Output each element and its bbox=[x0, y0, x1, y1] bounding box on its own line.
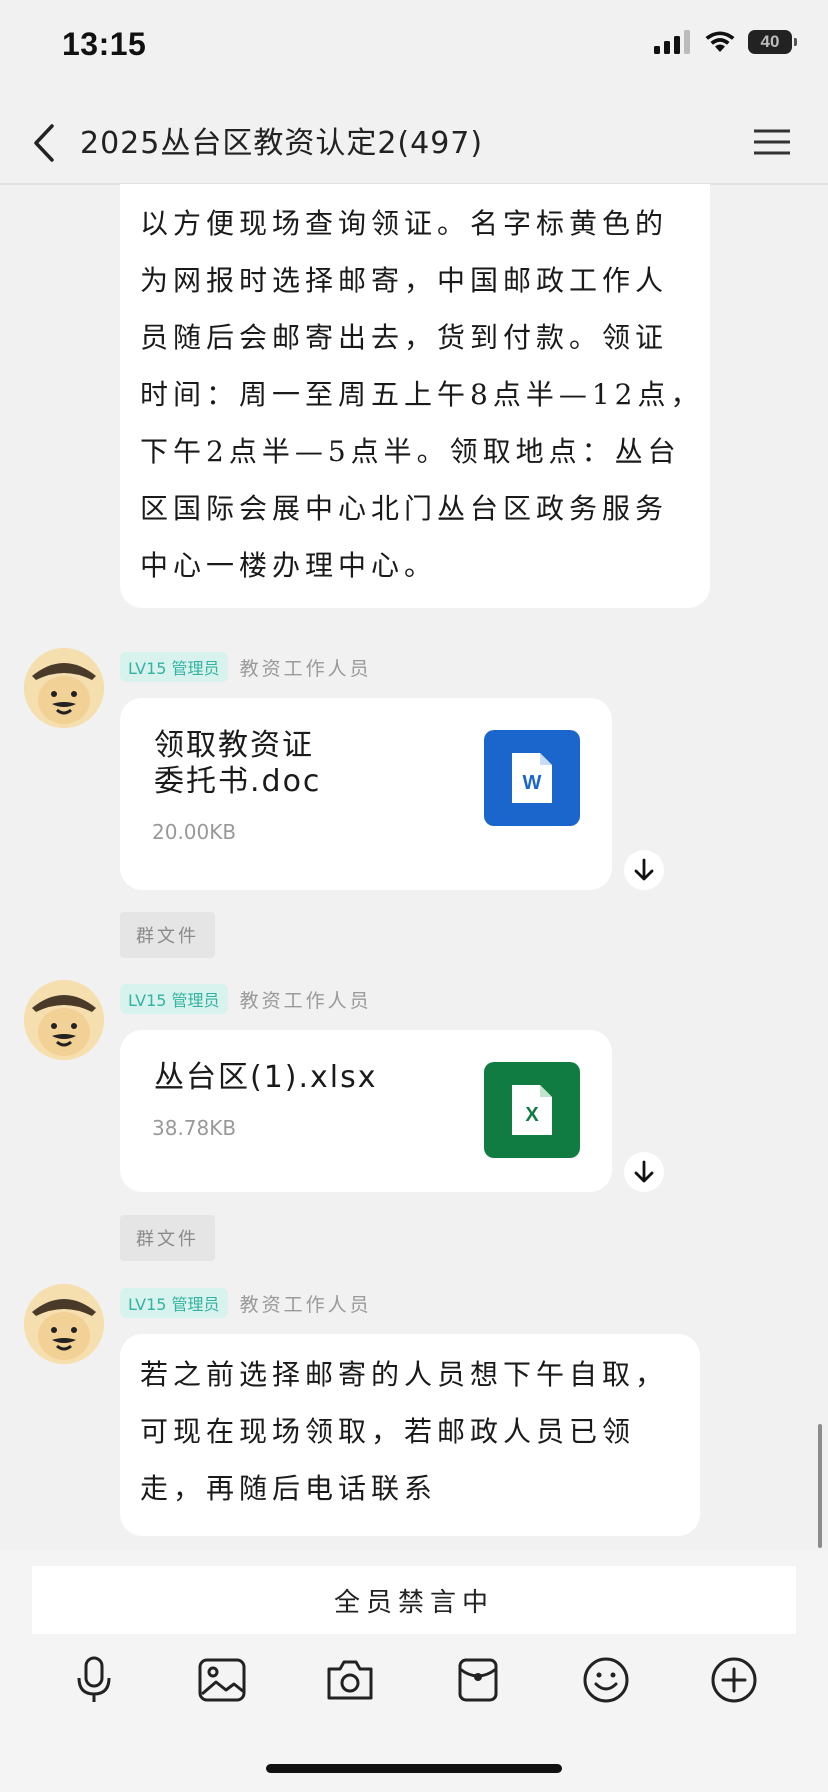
file-size: 38.78KB bbox=[152, 1116, 237, 1140]
file-card-xlsx[interactable]: 丛台区(1).xlsx 38.78KB X bbox=[120, 1030, 612, 1192]
level-badge: LV15 管理员 bbox=[120, 652, 228, 682]
avatar-face-icon bbox=[24, 648, 104, 728]
file-name: 领取教资证 委托书.doc bbox=[154, 728, 321, 800]
text-line: 时间：周一至周五上午8点半—12点， bbox=[140, 378, 704, 411]
avatar-face-icon bbox=[24, 980, 104, 1060]
text-line: 可现在现场领取，若邮政人员已领 bbox=[140, 1415, 636, 1448]
svg-text:W: W bbox=[523, 772, 542, 794]
svg-text:X: X bbox=[525, 1104, 539, 1126]
download-button[interactable] bbox=[624, 1152, 664, 1192]
mute-status-bar: 全员禁言中 bbox=[32, 1566, 796, 1634]
sender-row: LV15 管理员 教资工作人员 bbox=[120, 984, 372, 1014]
camera-button[interactable] bbox=[324, 1654, 376, 1706]
message-text: 以方便现场查询领证。名字标黄色的 为网报时选择邮寄，中国邮政工作人 员随后会邮寄… bbox=[140, 195, 703, 594]
file-name-line: 委托书.doc bbox=[154, 764, 322, 799]
text-line: 下午2点半—5点半。领取地点：丛台 bbox=[140, 435, 681, 468]
more-button[interactable] bbox=[708, 1654, 760, 1706]
scrollbar[interactable] bbox=[818, 1424, 822, 1548]
microphone-icon bbox=[77, 1656, 111, 1702]
camera-icon bbox=[327, 1660, 373, 1700]
chat-title: 2025丛台区教资认定2(497) bbox=[80, 126, 484, 161]
file-name-line: 领取教资证 bbox=[154, 728, 314, 763]
battery-icon: 40 bbox=[748, 30, 797, 54]
input-toolbar bbox=[0, 1640, 828, 1720]
plus-circle-icon bbox=[711, 1657, 757, 1703]
file-name-line: 丛台区(1).xlsx bbox=[154, 1060, 378, 1095]
group-file-tag[interactable]: 群文件 bbox=[120, 912, 215, 958]
level-badge: LV15 管理员 bbox=[120, 984, 228, 1014]
image-button[interactable] bbox=[196, 1654, 248, 1706]
emoji-icon bbox=[583, 1657, 629, 1703]
home-indicator[interactable] bbox=[266, 1764, 562, 1773]
red-packet-button[interactable] bbox=[452, 1654, 504, 1706]
avatar[interactable] bbox=[24, 980, 104, 1060]
download-arrow-icon bbox=[634, 1160, 654, 1183]
text-line: 为网报时选择邮寄，中国邮政工作人 bbox=[140, 264, 669, 297]
menu-icon[interactable] bbox=[752, 122, 792, 162]
group-file-tag[interactable]: 群文件 bbox=[120, 1215, 215, 1261]
excel-file-icon: X bbox=[484, 1062, 580, 1158]
download-arrow-icon bbox=[634, 858, 654, 881]
avatar[interactable] bbox=[24, 1284, 104, 1364]
back-arrow-icon[interactable] bbox=[26, 120, 66, 166]
text-line: 以方便现场查询领证。名字标黄色的 bbox=[140, 207, 669, 240]
file-size: 20.00KB bbox=[152, 820, 237, 844]
text-line: 若之前选择邮寄的人员想下午自取， bbox=[140, 1358, 669, 1391]
voice-button[interactable] bbox=[68, 1654, 120, 1706]
file-name: 丛台区(1).xlsx bbox=[154, 1060, 378, 1096]
download-button[interactable] bbox=[624, 850, 664, 890]
level-badge: LV15 管理员 bbox=[120, 1288, 228, 1318]
avatar-face-icon bbox=[24, 1284, 104, 1364]
sender-name: 教资工作人员 bbox=[239, 989, 372, 1012]
signal-icon bbox=[654, 30, 690, 54]
sender-name: 教资工作人员 bbox=[239, 657, 372, 680]
sender-name: 教资工作人员 bbox=[239, 1293, 372, 1316]
status-icons: 40 bbox=[654, 30, 797, 54]
file-card-doc[interactable]: 领取教资证 委托书.doc 20.00KB W bbox=[120, 698, 612, 890]
text-line: 区国际会展中心北门丛台区政务服务 bbox=[140, 492, 669, 525]
message-bubble-notice[interactable]: 以方便现场查询领证。名字标黄色的 为网报时选择邮寄，中国邮政工作人 员随后会邮寄… bbox=[120, 150, 710, 608]
message-bubble-text[interactable]: 若之前选择邮寄的人员想下午自取， 可现在现场领取，若邮政人员已领 走，再随后电话… bbox=[120, 1334, 700, 1536]
message-text: 若之前选择邮寄的人员想下午自取， 可现在现场领取，若邮政人员已领 走，再随后电话… bbox=[140, 1346, 668, 1517]
word-file-icon: W bbox=[484, 730, 580, 826]
status-time: 13:15 bbox=[62, 26, 147, 62]
wifi-icon bbox=[705, 31, 735, 52]
sender-row: LV15 管理员 教资工作人员 bbox=[120, 652, 372, 682]
text-line: 走，再随后电话联系 bbox=[140, 1472, 438, 1505]
text-line: 员随后会邮寄出去，货到付款。领证 bbox=[140, 321, 669, 354]
sender-row: LV15 管理员 教资工作人员 bbox=[120, 1288, 372, 1318]
text-line: 中心一楼办理中心。 bbox=[140, 549, 438, 582]
red-packet-icon bbox=[458, 1658, 498, 1702]
emoji-button[interactable] bbox=[580, 1654, 632, 1706]
image-icon bbox=[198, 1658, 246, 1702]
avatar[interactable] bbox=[24, 648, 104, 728]
